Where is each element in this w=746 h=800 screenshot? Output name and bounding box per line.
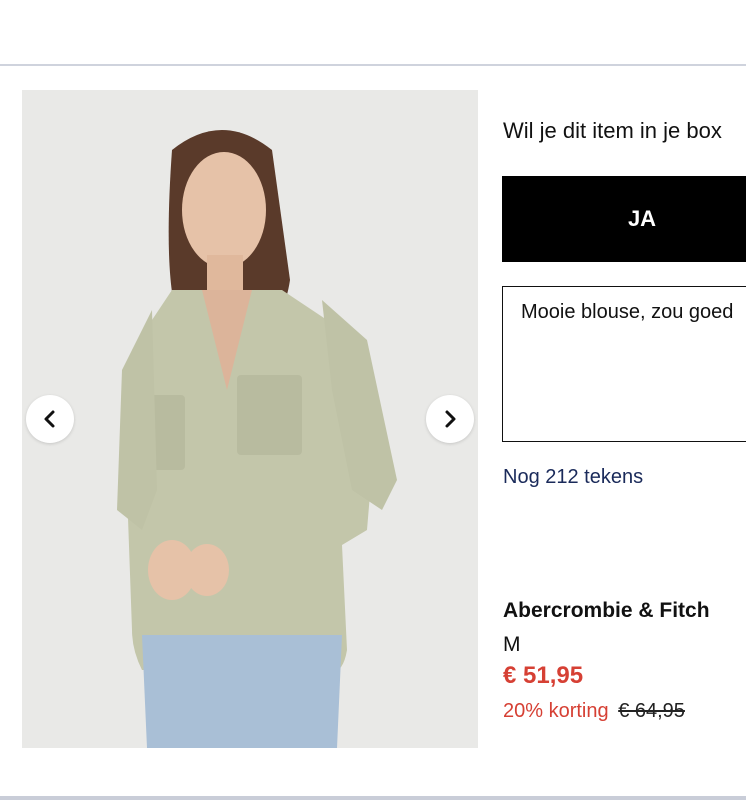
chevron-left-icon xyxy=(44,410,55,428)
top-divider xyxy=(0,64,746,66)
product-price: € 51,95 xyxy=(503,662,584,689)
characters-remaining: Nog 212 tekens xyxy=(503,466,644,488)
yes-button[interactable]: JA xyxy=(502,176,746,262)
comment-field[interactable]: Mooie blouse, zou goed xyxy=(502,286,746,442)
bottom-divider xyxy=(0,796,746,800)
discount-label: 20% korting xyxy=(503,700,609,722)
chevron-right-icon xyxy=(445,410,456,428)
discount-row: 20% korting € 64,95 xyxy=(503,700,685,723)
product-brand: Abercrombie & Fitch xyxy=(503,599,710,622)
product-image[interactable] xyxy=(22,90,478,748)
carousel-prev-button[interactable] xyxy=(26,395,74,443)
carousel-next-button[interactable] xyxy=(426,395,474,443)
top-text-fragment xyxy=(0,0,746,14)
product-size: M xyxy=(503,633,521,656)
original-price: € 64,95 xyxy=(618,700,685,722)
box-question: Wil je dit item in je box xyxy=(503,118,722,143)
product-photo-illustration xyxy=(22,90,478,748)
